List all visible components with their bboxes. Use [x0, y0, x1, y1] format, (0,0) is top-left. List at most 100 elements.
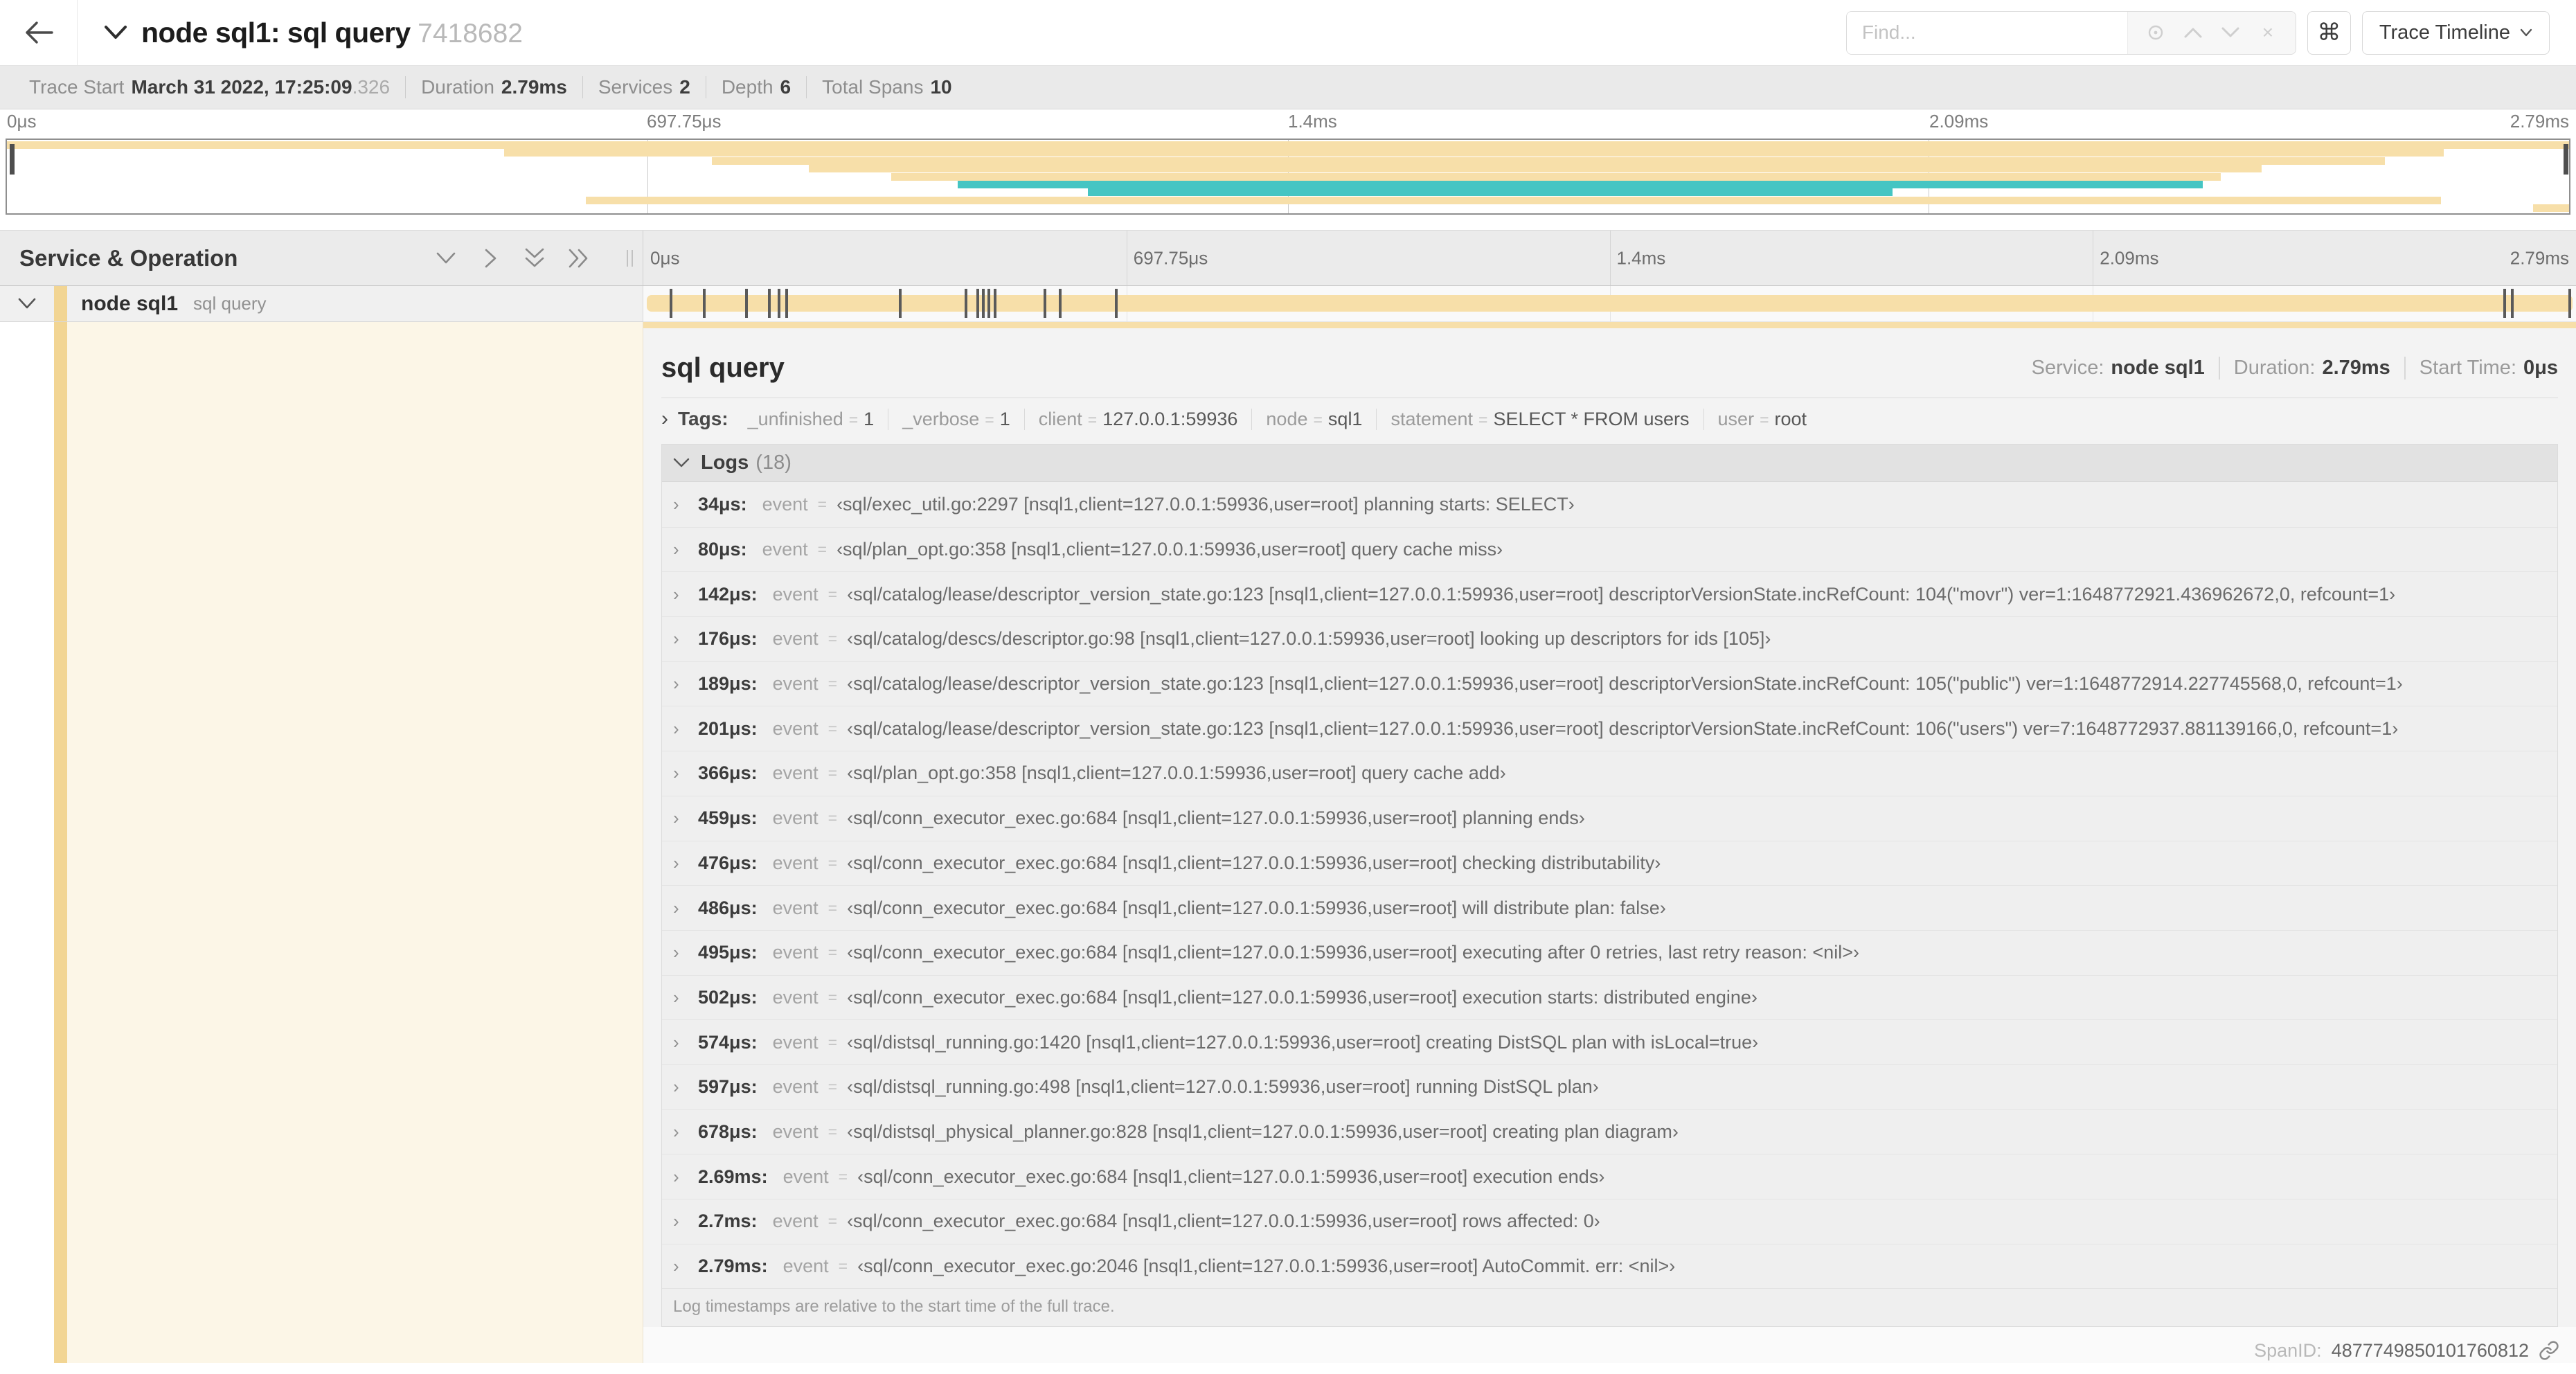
- log-marker[interactable]: [1059, 289, 1062, 318]
- overview-value: node sql1: [2111, 356, 2205, 379]
- logs-header[interactable]: Logs (18): [662, 445, 2557, 482]
- expand-one-icon[interactable]: [478, 247, 502, 270]
- summary-value-suffix: .326: [352, 76, 391, 98]
- log-expand-chevron-icon: ›: [673, 1256, 679, 1277]
- minimap-tick: 2.09ms: [1929, 111, 1989, 132]
- prev-match-icon[interactable]: [2178, 17, 2208, 48]
- log-expand-chevron-icon: ›: [673, 628, 679, 650]
- log-timestamp: 142μs:: [698, 583, 758, 605]
- log-row[interactable]: › 574μs: event = ‹sql/distsql_running.go…: [662, 1019, 2557, 1064]
- log-marker[interactable]: [768, 289, 771, 318]
- expand-all-icon[interactable]: [567, 247, 591, 270]
- minimap-canvas[interactable]: [6, 139, 2570, 215]
- log-row[interactable]: › 34μs: event = ‹sql/exec_util.go:2297 […: [662, 482, 2557, 527]
- log-marker[interactable]: [1043, 289, 1046, 318]
- overview-label: Duration:: [2233, 356, 2316, 379]
- timeline-tick: 2.79ms: [2510, 247, 2569, 268]
- keyboard-shortcuts-button[interactable]: ⌘: [2307, 10, 2351, 55]
- log-equals: =: [828, 585, 838, 603]
- log-row[interactable]: › 2.7ms: event = ‹sql/conn_executor_exec…: [662, 1199, 2557, 1244]
- viewport-right-handle[interactable]: [2564, 144, 2568, 175]
- log-row[interactable]: › 2.79ms: event = ‹sql/conn_executor_exe…: [662, 1243, 2557, 1289]
- page-title: node sql1: sql query: [141, 16, 411, 48]
- log-marker[interactable]: [670, 289, 673, 318]
- back-button[interactable]: [0, 0, 78, 65]
- trace-timeline-dropdown[interactable]: Trace Timeline: [2361, 10, 2550, 55]
- log-row[interactable]: › 459μs: event = ‹sql/conn_executor_exec…: [662, 795, 2557, 841]
- tag-item: _verbose = 1: [888, 408, 1024, 430]
- overview-label: Service:: [2031, 356, 2104, 379]
- log-timestamp: 502μs:: [698, 986, 758, 1008]
- span-row-name-cell[interactable]: node sql1 sql query: [0, 286, 643, 322]
- collapse-all-icon[interactable]: [523, 247, 546, 270]
- minimap-span-row: [7, 149, 2569, 157]
- log-equals: =: [828, 675, 838, 693]
- log-marker[interactable]: [964, 289, 967, 318]
- log-marker[interactable]: [993, 289, 996, 318]
- log-marker[interactable]: [778, 289, 781, 318]
- log-field-value: ‹sql/conn_executor_exec.go:684 [nsql1,cl…: [857, 1166, 1605, 1187]
- collapse-trace-chevron-icon[interactable]: [104, 25, 127, 40]
- log-row[interactable]: › 142μs: event = ‹sql/catalog/lease/desc…: [662, 571, 2557, 616]
- clear-find-icon[interactable]: ×: [2253, 17, 2283, 48]
- log-expand-chevron-icon: ›: [673, 762, 679, 784]
- collapse-one-icon[interactable]: [434, 247, 458, 270]
- log-equals: =: [828, 1212, 838, 1231]
- log-field-value: ‹sql/distsql_physical_planner.go:828 [ns…: [847, 1121, 1679, 1142]
- summary-label: Duration: [421, 76, 494, 98]
- tag-key: _verbose: [902, 408, 980, 429]
- find-input[interactable]: [1846, 11, 2127, 54]
- match-target-icon[interactable]: [2140, 17, 2171, 48]
- summary-label: Depth: [721, 76, 773, 98]
- log-field-key: event: [782, 1256, 829, 1277]
- span-id-row: SpanID: 4877749850101760812: [643, 1327, 2576, 1374]
- log-field-value: ‹sql/catalog/descs/descriptor.go:98 [nsq…: [847, 628, 1771, 650]
- log-row[interactable]: › 597μs: event = ‹sql/distsql_running.go…: [662, 1064, 2557, 1109]
- log-marker[interactable]: [785, 289, 789, 318]
- log-marker[interactable]: [2568, 289, 2572, 318]
- tags-row[interactable]: › Tags: _unfinished = 1 _verbose = 1 cli…: [661, 400, 2558, 438]
- log-field-key: event: [772, 583, 819, 605]
- log-marker[interactable]: [976, 289, 979, 318]
- span-detail-main: sql query Service: node sql1 Duration: 2…: [643, 328, 2576, 1328]
- log-marker[interactable]: [2503, 289, 2506, 318]
- next-match-icon[interactable]: [2215, 17, 2246, 48]
- log-row[interactable]: › 476μs: event = ‹sql/conn_executor_exec…: [662, 840, 2557, 886]
- log-field-value: ‹sql/catalog/lease/descriptor_version_st…: [847, 717, 2399, 739]
- log-marker[interactable]: [987, 289, 991, 318]
- log-field-value: ‹sql/conn_executor_exec.go:684 [nsql1,cl…: [847, 852, 1661, 873]
- deep-link-icon[interactable]: [2539, 1340, 2559, 1361]
- service-operation-header: Service & Operation: [0, 231, 643, 285]
- log-row[interactable]: › 495μs: event = ‹sql/conn_executor_exec…: [662, 929, 2557, 975]
- log-marker[interactable]: [702, 289, 706, 318]
- span-collapse-chevron-icon[interactable]: [0, 298, 54, 310]
- collapse-controls: [434, 247, 591, 270]
- log-row[interactable]: › 189μs: event = ‹sql/catalog/lease/desc…: [662, 661, 2557, 706]
- log-row[interactable]: › 201μs: event = ‹sql/catalog/lease/desc…: [662, 706, 2557, 751]
- column-resizer-grip[interactable]: [627, 249, 633, 267]
- log-row[interactable]: › 176μs: event = ‹sql/catalog/descs/desc…: [662, 616, 2557, 661]
- log-timestamp: 176μs:: [698, 628, 758, 650]
- log-equals: =: [828, 1122, 838, 1141]
- viewport-left-handle[interactable]: [10, 144, 15, 175]
- span-row: node sql1 sql query: [0, 286, 2576, 322]
- log-marker[interactable]: [981, 289, 985, 318]
- log-marker[interactable]: [899, 289, 902, 318]
- overview-item: Start Time: 0μs: [2404, 356, 2558, 380]
- log-expand-chevron-icon: ›: [673, 583, 679, 605]
- log-marker[interactable]: [2511, 289, 2514, 318]
- log-row[interactable]: › 678μs: event = ‹sql/distsql_physical_p…: [662, 1109, 2557, 1154]
- log-row[interactable]: › 366μs: event = ‹sql/plan_opt.go:358 [n…: [662, 751, 2557, 796]
- tag-item: statement = SELECT * FROM users: [1376, 408, 1703, 430]
- logs-title: Logs: [701, 452, 749, 474]
- log-row[interactable]: › 486μs: event = ‹sql/conn_executor_exec…: [662, 885, 2557, 930]
- log-marker[interactable]: [744, 289, 748, 318]
- log-row[interactable]: › 2.69ms: event = ‹sql/conn_executor_exe…: [662, 1154, 2557, 1199]
- summary-item: Trace Start March 31 2022, 17:25:09.326: [14, 76, 405, 98]
- log-row[interactable]: › 80μs: event = ‹sql/plan_opt.go:358 [ns…: [662, 526, 2557, 572]
- log-marker[interactable]: [1114, 289, 1118, 318]
- logs-list: › 34μs: event = ‹sql/exec_util.go:2297 […: [662, 482, 2557, 1288]
- span-row-timeline-cell[interactable]: [643, 286, 2576, 322]
- minimap-tick: 1.4ms: [1288, 111, 1337, 132]
- log-row[interactable]: › 502μs: event = ‹sql/conn_executor_exec…: [662, 974, 2557, 1020]
